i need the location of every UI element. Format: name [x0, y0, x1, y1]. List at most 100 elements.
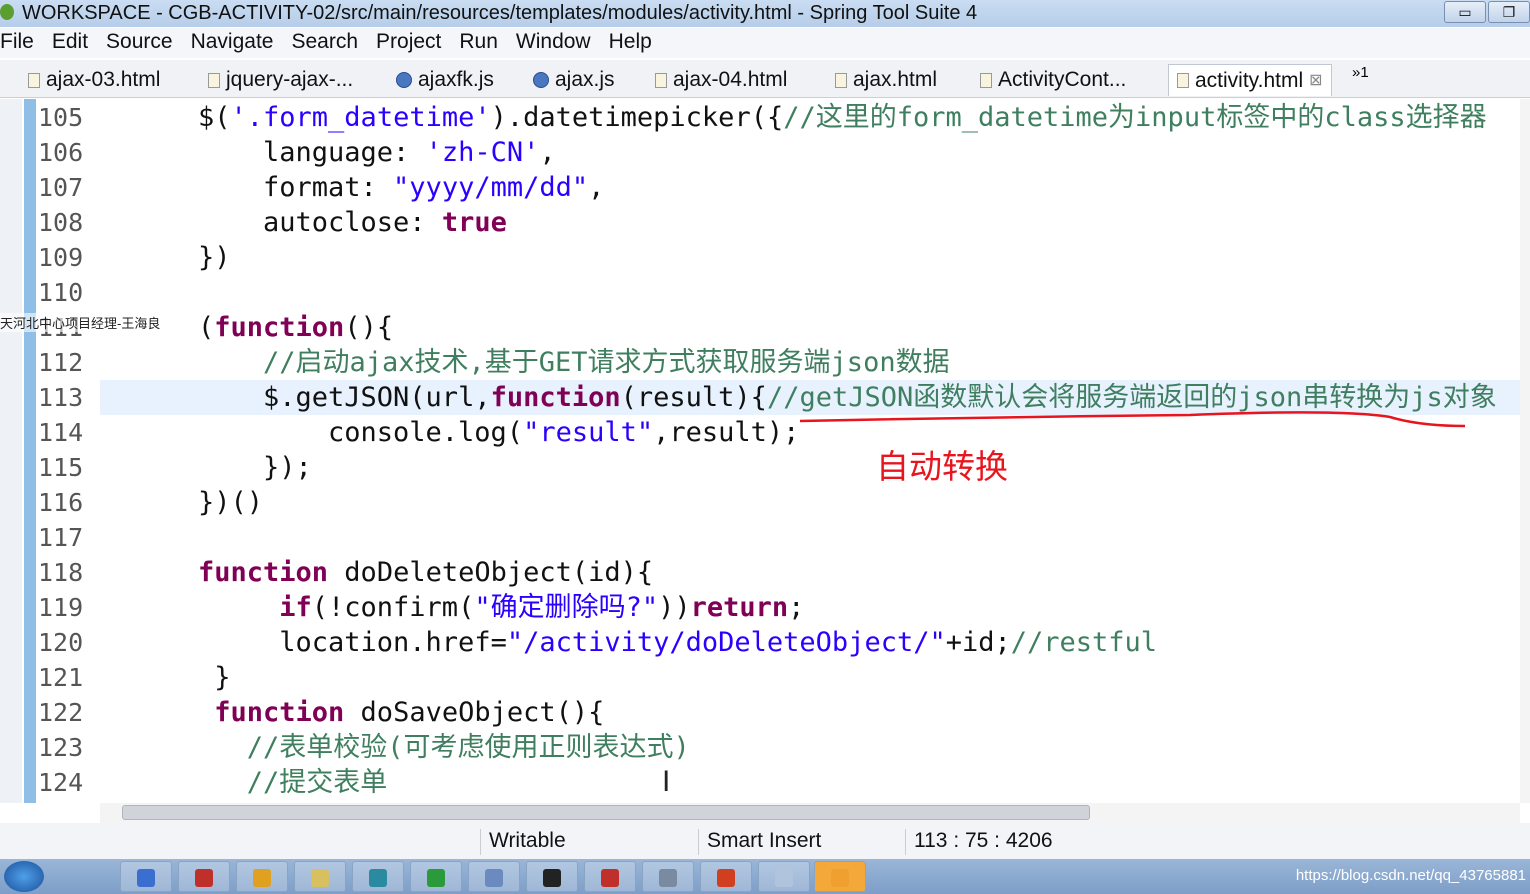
- code-line: format: "yyyy/mm/dd",: [263, 170, 604, 205]
- code-token-plain: +id;: [945, 627, 1011, 658]
- overview-ruler: [24, 99, 36, 803]
- tab-overflow-button[interactable]: »1: [1352, 64, 1369, 81]
- code-line: $.getJSON(url,function(result){//getJSON…: [263, 380, 1497, 415]
- menu-run[interactable]: Run: [459, 28, 498, 58]
- menu-help[interactable]: Help: [609, 28, 652, 58]
- code-token-kw: function: [490, 382, 621, 413]
- tab-jquery-ajax-[interactable]: jquery-ajax-...: [208, 64, 353, 96]
- code-token-plain: (: [198, 312, 215, 343]
- annotation-text: 自动转换: [876, 448, 1008, 485]
- line-number: 119: [38, 593, 84, 622]
- code-token-plain: })(): [198, 487, 264, 518]
- taskbar-app-button[interactable]: [352, 861, 404, 892]
- code-token-plain: $.getJSON(url,: [263, 382, 491, 413]
- menu-edit[interactable]: Edit: [52, 28, 88, 58]
- code-line: }: [214, 660, 230, 695]
- code-line: if(!confirm("确定删除吗?"))return;: [279, 590, 804, 625]
- taskbar-app-button[interactable]: [814, 861, 866, 892]
- taskbar-app-button[interactable]: [120, 861, 172, 892]
- code-line: location.href="/activity/doDeleteObject/…: [279, 625, 1157, 660]
- app-icon: [311, 869, 329, 887]
- code-token-str: "/activity/doDeleteObject/": [506, 627, 946, 658]
- tab-ajax-js[interactable]: ajax.js: [533, 64, 615, 96]
- menu-project[interactable]: Project: [376, 28, 441, 58]
- taskbar-app-button[interactable]: [468, 861, 520, 892]
- title-bar: WORKSPACE - CGB-ACTIVITY-02/src/main/res…: [0, 0, 1530, 27]
- taskbar-app-button[interactable]: [526, 861, 578, 892]
- horizontal-scrollbar[interactable]: [100, 803, 1520, 823]
- taskbar-app-button[interactable]: [178, 861, 230, 892]
- code-token-plain: ,result);: [653, 417, 800, 448]
- code-token-plain: (result){: [620, 382, 767, 413]
- line-number: 109: [38, 243, 84, 272]
- tab-label: ActivityCont...: [998, 68, 1127, 91]
- tab-ajaxfk-js[interactable]: ajaxfk.js: [396, 64, 494, 96]
- taskbar-app-button[interactable]: [236, 861, 288, 892]
- tab-ajax-03-html[interactable]: ajax-03.html: [28, 64, 160, 96]
- watermark: 天河北中心项目经理-王海良: [0, 313, 161, 332]
- code-line: }): [198, 240, 231, 275]
- tab-activity-html[interactable]: activity.html ⊠: [1168, 64, 1332, 96]
- code-token-plain: doDeleteObject(id){: [328, 557, 654, 588]
- app-icon: [485, 869, 503, 887]
- code-token-plain: )): [658, 592, 691, 623]
- taskbar-app-button[interactable]: [642, 861, 694, 892]
- taskbar-app-button[interactable]: [410, 861, 462, 892]
- line-number: 106: [38, 138, 84, 167]
- tab-ajax-html[interactable]: ajax.html: [835, 64, 937, 96]
- line-number: 108: [38, 208, 84, 237]
- line-number: 116: [38, 488, 84, 517]
- code-token-plain: language:: [263, 137, 426, 168]
- code-line: (function(){: [198, 310, 393, 345]
- taskbar-app-button[interactable]: [584, 861, 636, 892]
- tab-label: ajax-03.html: [46, 68, 161, 91]
- text-cursor-icon: I: [662, 765, 671, 798]
- code-token-plain: }): [198, 242, 231, 273]
- menu-window[interactable]: Window: [516, 28, 591, 58]
- minimize-button[interactable]: ▭: [1444, 1, 1486, 23]
- code-line: //提交表单: [247, 765, 388, 800]
- code-token-plain: (!confirm(: [311, 592, 475, 623]
- vertical-scrollbar[interactable]: [1520, 99, 1530, 803]
- line-number: 107: [38, 173, 84, 202]
- code-line: });: [263, 450, 312, 485]
- taskbar-app-button[interactable]: [758, 861, 810, 892]
- code-line: function doDeleteObject(id){: [198, 555, 653, 590]
- app-icon: [543, 869, 561, 887]
- line-number: 118: [38, 558, 84, 587]
- code-token-plain: $(: [198, 102, 231, 133]
- app-icon: [775, 869, 793, 887]
- restore-button[interactable]: ❐: [1488, 1, 1530, 23]
- start-button[interactable]: [4, 861, 44, 892]
- app-icon: [427, 869, 445, 887]
- taskbar-app-button[interactable]: [294, 861, 346, 892]
- code-token-plain: ,: [539, 137, 556, 168]
- code-line: //启动ajax技术,基于GET请求方式获取服务端json数据: [263, 345, 950, 380]
- line-number: 120: [38, 628, 84, 657]
- line-number: 110: [38, 278, 84, 307]
- code-line: console.log("result",result);: [328, 415, 799, 450]
- status-insert-mode: Smart Insert: [698, 829, 821, 855]
- code-token-cmt: //restful: [1010, 627, 1158, 658]
- tab-label: jquery-ajax-...: [226, 68, 354, 91]
- code-line: })(): [198, 485, 263, 520]
- taskbar-app-button[interactable]: [700, 861, 752, 892]
- code-editor[interactable]: 105 $('.form_datetime').datetimepicker({/…: [0, 99, 1520, 803]
- tab-activitycont-[interactable]: ActivityCont...: [980, 64, 1126, 96]
- code-token-plain: format:: [263, 172, 394, 203]
- status-writable: Writable: [480, 829, 566, 855]
- java-file-icon: [980, 72, 992, 88]
- html-file-icon: [835, 72, 847, 88]
- menu-file[interactable]: File: [0, 28, 34, 58]
- menu-navigate[interactable]: Navigate: [191, 28, 274, 58]
- close-tab-icon[interactable]: ⊠: [1309, 66, 1322, 96]
- code-token-str: "yyyy/mm/dd": [393, 172, 589, 203]
- menu-search[interactable]: Search: [291, 28, 358, 58]
- code-token-plain: }: [214, 662, 231, 693]
- tab-label: ajax-04.html: [673, 68, 788, 91]
- scrollbar-thumb[interactable]: [122, 805, 1090, 820]
- code-token-str: '.form_datetime': [230, 102, 491, 133]
- menu-source[interactable]: Source: [106, 28, 173, 58]
- line-number: 105: [38, 103, 84, 132]
- tab-ajax-04-html[interactable]: ajax-04.html: [655, 64, 787, 96]
